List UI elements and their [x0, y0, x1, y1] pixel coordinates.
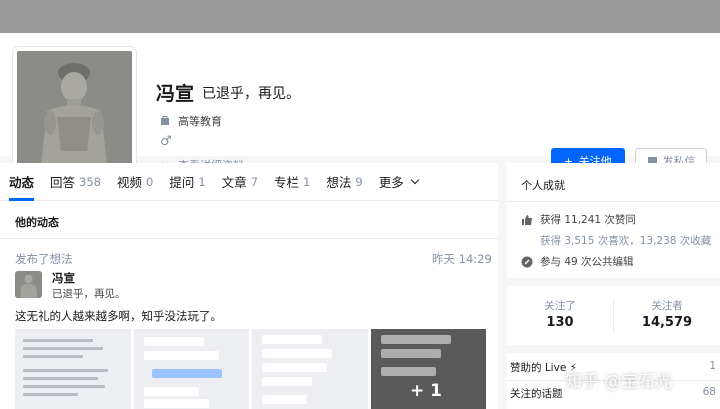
edit-icon [521, 256, 533, 268]
feed-action: 发布了想法 [15, 252, 73, 266]
tab-label: 更多 [378, 175, 404, 190]
activity-panel: 动态 回答 358 视频 0 提问 1 文章 7 专栏 1 想法 9 更多 他的… [0, 163, 498, 409]
tab-label: 想法 [326, 175, 352, 190]
feed-images: + 1 [15, 329, 486, 409]
tab-answers[interactable]: 回答 358 [50, 163, 101, 201]
feed-author-headline: 已退乎，再见。 [52, 288, 126, 300]
feed-content: 这无礼的人越来越多啊，知乎没法玩了。 [15, 309, 222, 323]
tab-count: 1 [303, 174, 311, 189]
thumbs-up-icon [521, 214, 533, 226]
tab-count: 1 [198, 174, 206, 189]
tab-count: 9 [355, 174, 363, 189]
following-count: 130 [546, 315, 574, 330]
profile-name: 冯宣 [156, 83, 195, 105]
education-row: 高等教育 [160, 113, 222, 129]
edits-row: 参与 49 次公共编辑 [521, 254, 634, 269]
followers-label: 关注者 [651, 300, 683, 312]
tab-label: 回答 [50, 175, 76, 190]
following-label: 关注了 [544, 300, 576, 312]
divider [0, 238, 498, 239]
gender-male-icon: ♂ [160, 134, 172, 149]
feed-image[interactable] [15, 329, 131, 409]
followers-stat[interactable]: 关注者 14,579 [614, 286, 720, 345]
achievements-card: 个人成就 获得 11,241 次赞同 获得 3,515 次喜欢，13,238 次… [507, 163, 720, 278]
profile-tabs: 动态 回答 358 视频 0 提问 1 文章 7 专栏 1 想法 9 更多 [0, 163, 498, 201]
profile-headline: 已退乎，再见。 [202, 86, 300, 102]
tab-count: 0 [146, 174, 154, 189]
feed-image-more[interactable]: + 1 [370, 329, 486, 409]
tab-count: 7 [250, 174, 259, 189]
profile-banner [0, 0, 720, 33]
tab-label: 专栏 [274, 175, 300, 190]
tab-articles[interactable]: 文章 7 [222, 163, 258, 201]
following-stat[interactable]: 关注了 130 [507, 286, 613, 345]
tab-count: 358 [79, 174, 101, 189]
likes-row: 获得 11,241 次赞同 [521, 212, 636, 227]
divider [507, 201, 720, 202]
tab-activity[interactable]: 动态 [9, 163, 35, 201]
tab-thoughts[interactable]: 想法 9 [326, 163, 362, 201]
achievements-title: 个人成就 [521, 179, 565, 192]
feed-timestamp[interactable]: 昨天 14:29 [432, 251, 492, 267]
follow-stats-card: 关注了 130 关注者 14,579 [507, 286, 720, 345]
sponsored-live-count: 1 [709, 360, 716, 372]
feed-author-avatar[interactable] [15, 271, 42, 298]
likes-text: 获得 11,241 次赞同 [540, 214, 636, 226]
edits-text: 参与 49 次公共编辑 [540, 256, 634, 268]
feed-image[interactable] [252, 329, 368, 409]
chevron-down-icon [410, 175, 419, 184]
tab-columns[interactable]: 专栏 1 [274, 163, 310, 201]
tab-label: 文章 [221, 175, 247, 190]
tab-videos[interactable]: 视频 0 [117, 163, 153, 201]
followed-topics-count: 68 [702, 386, 716, 398]
tab-label: 动态 [9, 175, 35, 190]
feed-author-name[interactable]: 冯宣 [52, 270, 75, 286]
section-title: 他的动态 [15, 216, 59, 229]
profile-avatar[interactable] [13, 47, 136, 168]
profile-header: 冯宣 已退乎，再见。 高等教育 ♂ 查看详细资料 + 关注他 发私信 [0, 33, 720, 173]
tab-label: 提问 [169, 175, 195, 190]
education-icon [160, 116, 170, 126]
gender-row: ♂ [160, 134, 172, 149]
followed-topics-link[interactable]: 关注的话题 [510, 386, 563, 401]
feed-image[interactable] [133, 329, 249, 409]
followers-count: 14,579 [641, 315, 693, 330]
watermark: 知乎 @宝石光 [565, 372, 673, 392]
likes-detail: 获得 3,515 次喜欢，13,238 次收藏 [540, 235, 712, 247]
tab-questions[interactable]: 提问 1 [169, 163, 205, 201]
tab-more[interactable]: 更多 [378, 163, 419, 201]
tab-label: 视频 [116, 175, 142, 190]
more-images-count: + 1 [410, 381, 442, 401]
education-label: 高等教育 [178, 115, 222, 128]
